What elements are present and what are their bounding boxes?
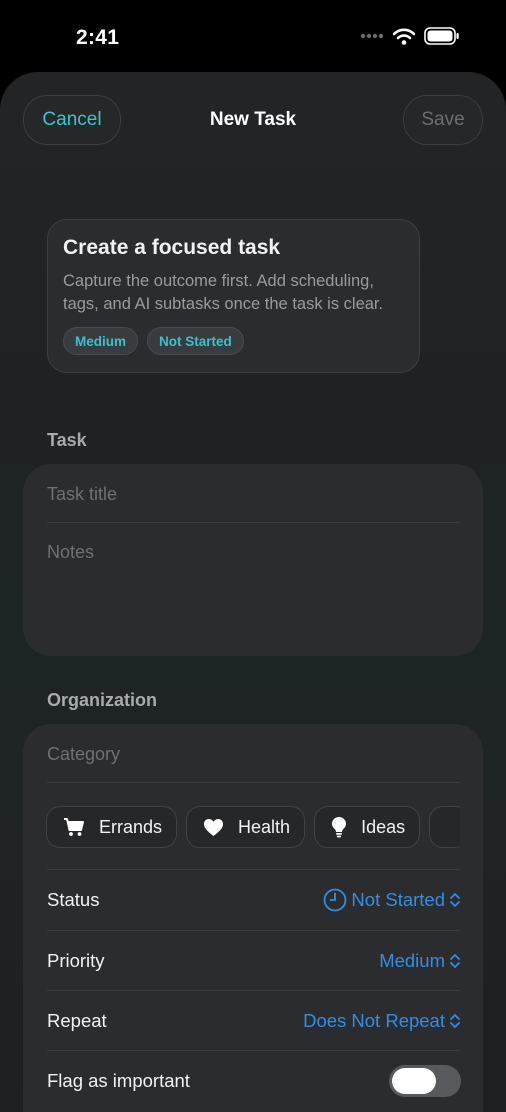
- task-card: Task title Notes: [23, 464, 483, 656]
- repeat-label: Repeat: [47, 1010, 107, 1031]
- chip-label: Health: [238, 816, 291, 837]
- status-badge: Not Started: [147, 327, 244, 355]
- chip-label: Errands: [99, 816, 163, 837]
- chevron-up-down-icon: [450, 893, 460, 907]
- battery-icon: [424, 27, 459, 45]
- repeat-picker[interactable]: Does Not Repeat: [303, 1010, 461, 1032]
- divider: [47, 782, 460, 783]
- clock-icon: [324, 888, 347, 912]
- status-row[interactable]: Status Not Started: [47, 870, 461, 930]
- intro-description: Capture the outcome first. Add schedulin…: [63, 272, 384, 313]
- category-chip-more[interactable]: [429, 806, 460, 848]
- heart-icon: [204, 818, 224, 836]
- flag-row: Flag as important: [47, 1051, 461, 1111]
- cellular-signal-icon: [360, 33, 384, 39]
- organization-section-label: Organization: [47, 690, 158, 710]
- repeat-value: Does Not Repeat: [303, 1010, 445, 1031]
- category-chip-ideas[interactable]: Ideas: [314, 806, 421, 848]
- priority-picker[interactable]: Medium: [379, 950, 461, 972]
- category-chips: Errands Health Ideas: [46, 806, 460, 850]
- intro-title: Create a focused task: [63, 236, 281, 259]
- priority-row[interactable]: Priority Medium: [47, 931, 461, 991]
- flag-important-toggle[interactable]: [389, 1065, 461, 1097]
- save-button[interactable]: Save: [403, 95, 483, 145]
- chevron-up-down-icon: [450, 1014, 460, 1028]
- status-picker[interactable]: Not Started: [323, 888, 461, 912]
- category-input[interactable]: Category: [47, 744, 120, 765]
- chip-label: Ideas: [361, 816, 406, 837]
- lightbulb-icon: [332, 817, 347, 838]
- organization-card: Category Errands Health Ideas Status Not…: [23, 724, 483, 1112]
- repeat-row[interactable]: Repeat Does Not Repeat: [47, 991, 461, 1051]
- status-value: Not Started: [351, 889, 445, 910]
- toggle-knob: [392, 1068, 436, 1094]
- priority-label: Priority: [47, 950, 105, 971]
- status-bar: 2:41: [0, 0, 506, 72]
- priority-badge: Medium: [63, 327, 139, 355]
- chevron-up-down-icon: [450, 954, 460, 968]
- divider: [47, 522, 460, 523]
- status-icons: [360, 27, 460, 45]
- notes-input[interactable]: Notes: [47, 542, 94, 563]
- priority-value: Medium: [379, 950, 445, 971]
- cart-icon: [64, 818, 84, 836]
- new-task-sheet: Cancel New Task Save Create a focused ta…: [0, 72, 506, 1112]
- intro-badges: Medium Not Started: [63, 327, 404, 355]
- category-chip-health[interactable]: Health: [186, 806, 306, 848]
- flag-label: Flag as important: [47, 1070, 190, 1091]
- status-label: Status: [47, 889, 100, 910]
- task-title-input[interactable]: Task title: [47, 484, 117, 505]
- status-time: 2:41: [76, 26, 120, 49]
- wifi-icon: [393, 28, 415, 45]
- category-chip-errands[interactable]: Errands: [46, 806, 178, 848]
- task-section-label: Task: [47, 430, 87, 450]
- intro-card: Create a focused task Capture the outcom…: [47, 219, 420, 373]
